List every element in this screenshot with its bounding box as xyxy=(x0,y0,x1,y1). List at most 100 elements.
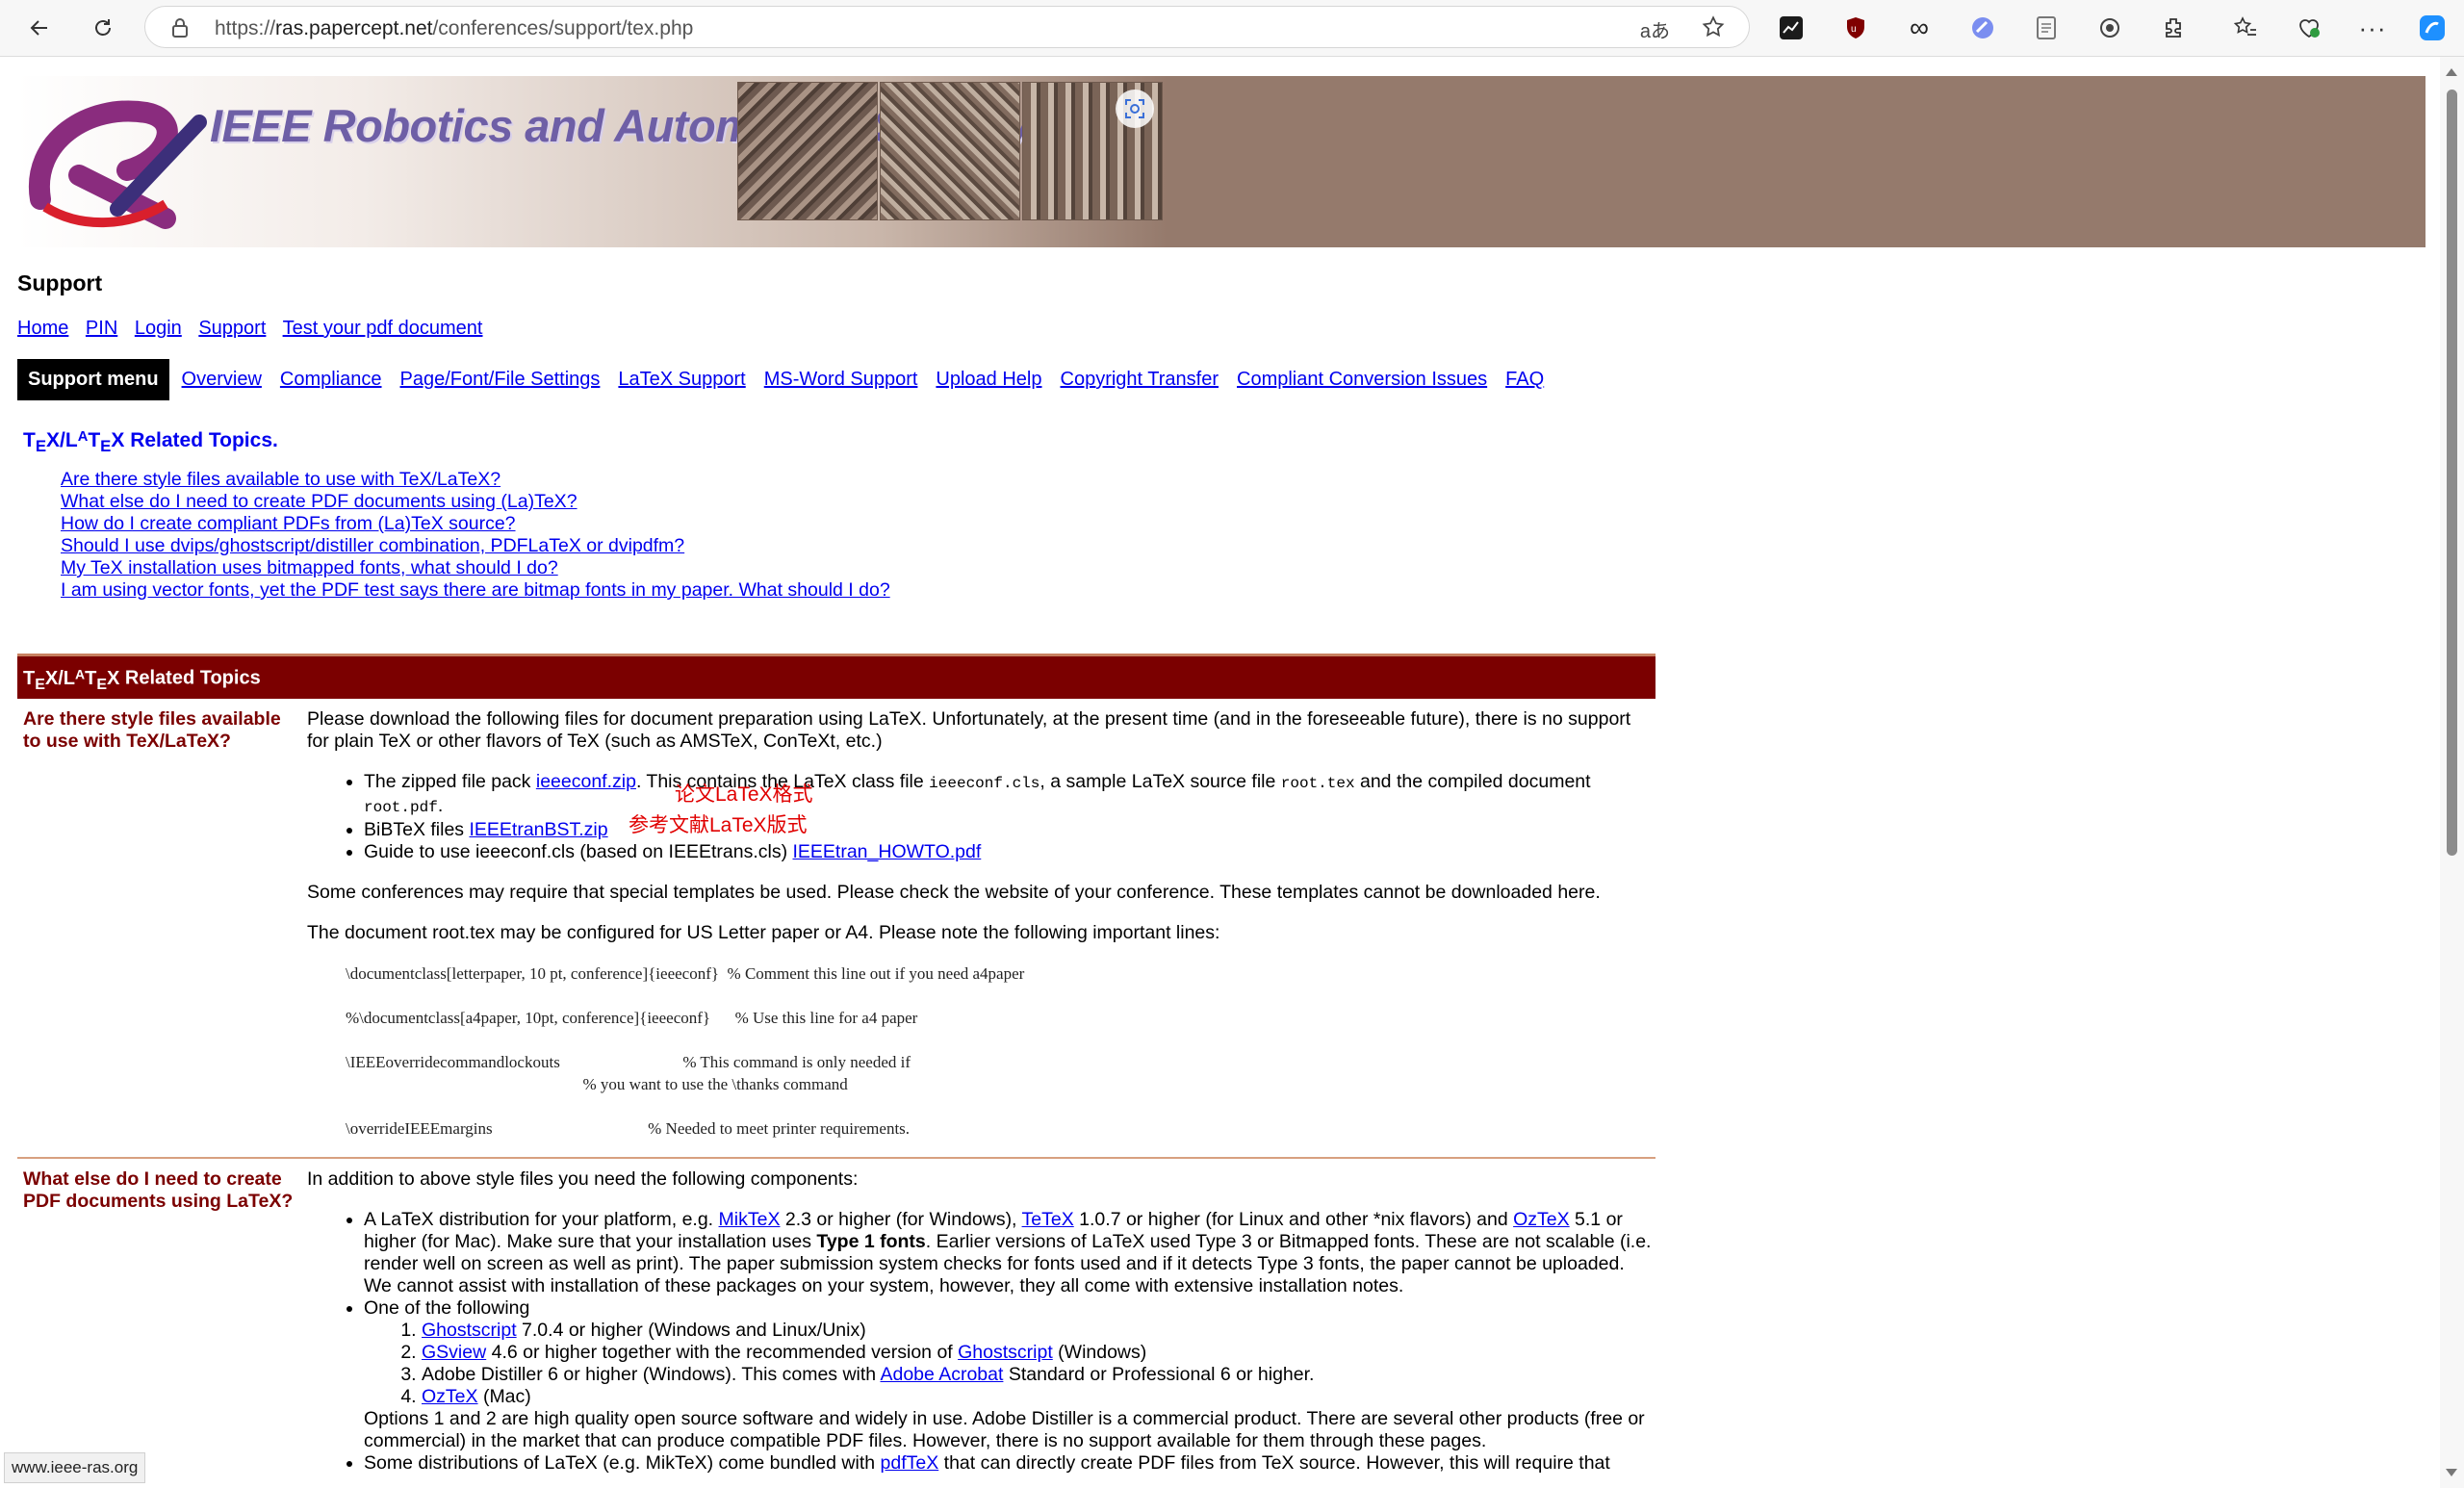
list-item: Adobe Distiller 6 or higher (Windows). T… xyxy=(422,1364,1656,1386)
menu-faq-link[interactable]: FAQ xyxy=(1505,369,1544,391)
list-item: Some distributions of LaTeX (e.g. MikTeX… xyxy=(364,1452,1656,1475)
row-answer: In addition to above style files you nee… xyxy=(307,1159,1656,1475)
banner-photo-assembly xyxy=(737,82,878,220)
reload-icon xyxy=(95,19,111,36)
ghostscript-link-2[interactable]: Ghostscript xyxy=(958,1342,1053,1363)
pdftex-link[interactable]: pdfTeX xyxy=(881,1452,939,1474)
list-item: OzTeX (Mac) xyxy=(422,1386,1656,1408)
url-text[interactable]: https://ras.papercept.net/conferences/su… xyxy=(215,17,693,40)
browser-toolbar: https://ras.papercept.net/conferences/su… xyxy=(0,0,2464,57)
back-arrow-icon xyxy=(30,20,47,36)
ublock-shield-icon[interactable]: u xyxy=(1839,12,1872,44)
copilot-icon[interactable] xyxy=(2416,12,2449,44)
options-note: Options 1 and 2 are high quality open so… xyxy=(364,1408,1645,1451)
list-item: One of the following Ghostscript 7.0.4 o… xyxy=(364,1297,1656,1452)
menu-compliance-link[interactable]: Compliance xyxy=(280,369,382,391)
gsview-link[interactable]: GSview xyxy=(422,1342,486,1363)
code-block: \documentclass[letterpaper, 10 pt, confe… xyxy=(346,964,1025,1138)
components-list: A LaTeX distribution for your platform, … xyxy=(307,1209,1656,1475)
read-aloud-icon[interactable]: aあ xyxy=(1640,15,1670,43)
answer-paragraph: In addition to above style files you nee… xyxy=(307,1168,859,1190)
nav-test-pdf-link[interactable]: Test your pdf document xyxy=(283,318,483,339)
svg-text:u: u xyxy=(1851,24,1857,35)
toc-link[interactable]: Are there style files available to use w… xyxy=(61,469,890,491)
list-item: Ghostscript 7.0.4 or higher (Windows and… xyxy=(422,1320,1656,1342)
oztex-link[interactable]: OzTeX xyxy=(1513,1209,1570,1230)
scrollbar-thumb[interactable] xyxy=(2447,90,2457,856)
ieeetranbst-zip-link[interactable]: IEEEtranBST.zip xyxy=(469,819,607,840)
miktex-link[interactable]: MikTeX xyxy=(719,1209,781,1230)
answer-paragraph: Some conferences may require that specia… xyxy=(307,882,1601,903)
answer-paragraph: Please download the following files for … xyxy=(307,708,1631,752)
nav-support-link[interactable]: Support xyxy=(198,318,266,339)
vertical-scrollbar[interactable] xyxy=(2440,57,2464,1488)
browser-essentials-heart-icon[interactable] xyxy=(2293,12,2325,44)
list-item: The zipped file pack ieeeconf.zip. This … xyxy=(364,771,1656,819)
menu-conversion-issues-link[interactable]: Compliant Conversion Issues xyxy=(1237,369,1487,391)
settings-more-icon[interactable]: ··· xyxy=(2356,12,2389,44)
status-bar-url: www.ieee-ras.org xyxy=(4,1452,146,1483)
chart-extension-icon[interactable] xyxy=(1775,12,1808,44)
list-item: GSview 4.6 or higher together with the r… xyxy=(422,1342,1656,1364)
ghostscript-link[interactable]: Ghostscript xyxy=(422,1320,517,1341)
menu-page-font-file-link[interactable]: Page/Font/File Settings xyxy=(400,369,601,391)
menu-upload-help-link[interactable]: Upload Help xyxy=(936,369,1041,391)
list-item: A LaTeX distribution for your platform, … xyxy=(364,1209,1656,1297)
toc-link[interactable]: How do I create compliant PDFs from (La)… xyxy=(61,513,890,535)
scroll-up-arrow-icon[interactable] xyxy=(2446,68,2457,76)
toc-link[interactable]: Should I use dvips/ghostscript/distiller… xyxy=(61,535,890,557)
page-title: Support xyxy=(17,270,103,295)
annotation-bib-format: 参考文献LaTeX版式 xyxy=(629,814,808,836)
extensions-puzzle-icon[interactable] xyxy=(2157,12,2190,44)
row-question: What else do I need to create PDF docume… xyxy=(23,1168,294,1212)
reload-button[interactable] xyxy=(87,12,119,44)
answer-paragraph: The document root.tex may be configured … xyxy=(307,922,1220,943)
ieeeconf-zip-link[interactable]: ieeeconf.zip xyxy=(536,771,636,792)
visual-search-icon[interactable] xyxy=(1116,90,1154,128)
ras-logo xyxy=(28,100,207,229)
adobe-acrobat-link[interactable]: Adobe Acrobat xyxy=(880,1364,1003,1385)
annotation-latex-format: 论文LaTeX格式 xyxy=(675,783,813,806)
menu-msword-support-link[interactable]: MS-Word Support xyxy=(764,369,918,391)
menu-copyright-link[interactable]: Copyright Transfer xyxy=(1061,369,1219,391)
address-bar[interactable]: https://ras.papercept.net/conferences/su… xyxy=(144,6,1750,48)
toc-link[interactable]: What else do I need to create PDF docume… xyxy=(61,491,890,513)
list-item: BiBTeX files IEEEtranBST.zip 参考文献LaTeX版式 xyxy=(364,814,1656,841)
gear-badge-icon[interactable] xyxy=(2093,12,2126,44)
top-nav: Home PIN Login Support Test your pdf doc… xyxy=(17,318,494,340)
oztex-link-2[interactable]: OzTeX xyxy=(422,1386,478,1407)
table-row: Are there style files available to use w… xyxy=(17,699,1656,1159)
page-viewport: IEEE Robotics and Automation Society Sup… xyxy=(0,57,2440,1488)
tetex-link[interactable]: TeTeX xyxy=(1022,1209,1074,1230)
download-list: The zipped file pack ieeeconf.zip. This … xyxy=(307,771,1656,863)
back-button[interactable] xyxy=(23,12,56,44)
scroll-down-arrow-icon[interactable] xyxy=(2446,1469,2457,1476)
gradient-extension-icon[interactable] xyxy=(1966,12,1999,44)
favorite-star-icon[interactable] xyxy=(1701,14,1726,44)
lock-icon[interactable] xyxy=(170,17,190,43)
banner-photo-robot xyxy=(880,82,1020,220)
topics-table: TEX/LATEX Related Topics Are there style… xyxy=(17,654,1656,1488)
infinity-extension-icon[interactable]: ∞ xyxy=(1903,12,1936,44)
list-item: Guide to use ieeeconf.cls (based on IEEE… xyxy=(364,841,1656,863)
table-header: TEX/LATEX Related Topics xyxy=(17,654,1656,699)
ieeetran-howto-link[interactable]: IEEEtran_HOWTO.pdf xyxy=(792,841,981,862)
support-menu-label: Support menu xyxy=(17,359,169,400)
toc-link[interactable]: I am using vector fonts, yet the PDF tes… xyxy=(61,579,890,602)
nav-pin-link[interactable]: PIN xyxy=(86,318,117,339)
row-answer: Please download the following files for … xyxy=(307,699,1656,1140)
nav-login-link[interactable]: Login xyxy=(135,318,182,339)
site-banner: IEEE Robotics and Automation Society xyxy=(17,76,2426,247)
menu-overview-link[interactable]: Overview xyxy=(182,369,262,391)
nav-home-link[interactable]: Home xyxy=(17,318,68,339)
support-menu: Support menu Overview Compliance Page/Fo… xyxy=(17,359,1562,400)
reader-page-icon[interactable] xyxy=(2030,12,2063,44)
menu-latex-support-link[interactable]: LaTeX Support xyxy=(618,369,745,391)
options-list: Ghostscript 7.0.4 or higher (Windows and… xyxy=(364,1320,1656,1408)
row-question: Are there style files available to use w… xyxy=(23,708,281,752)
topics-list: Are there style files available to use w… xyxy=(61,469,890,602)
toc-link[interactable]: My TeX installation uses bitmapped fonts… xyxy=(61,557,890,579)
related-topics-heading: TEX/LATEX Related Topics. xyxy=(23,429,278,456)
favorites-icon[interactable] xyxy=(2229,12,2262,44)
table-row: What else do I need to create PDF docume… xyxy=(17,1159,1656,1475)
